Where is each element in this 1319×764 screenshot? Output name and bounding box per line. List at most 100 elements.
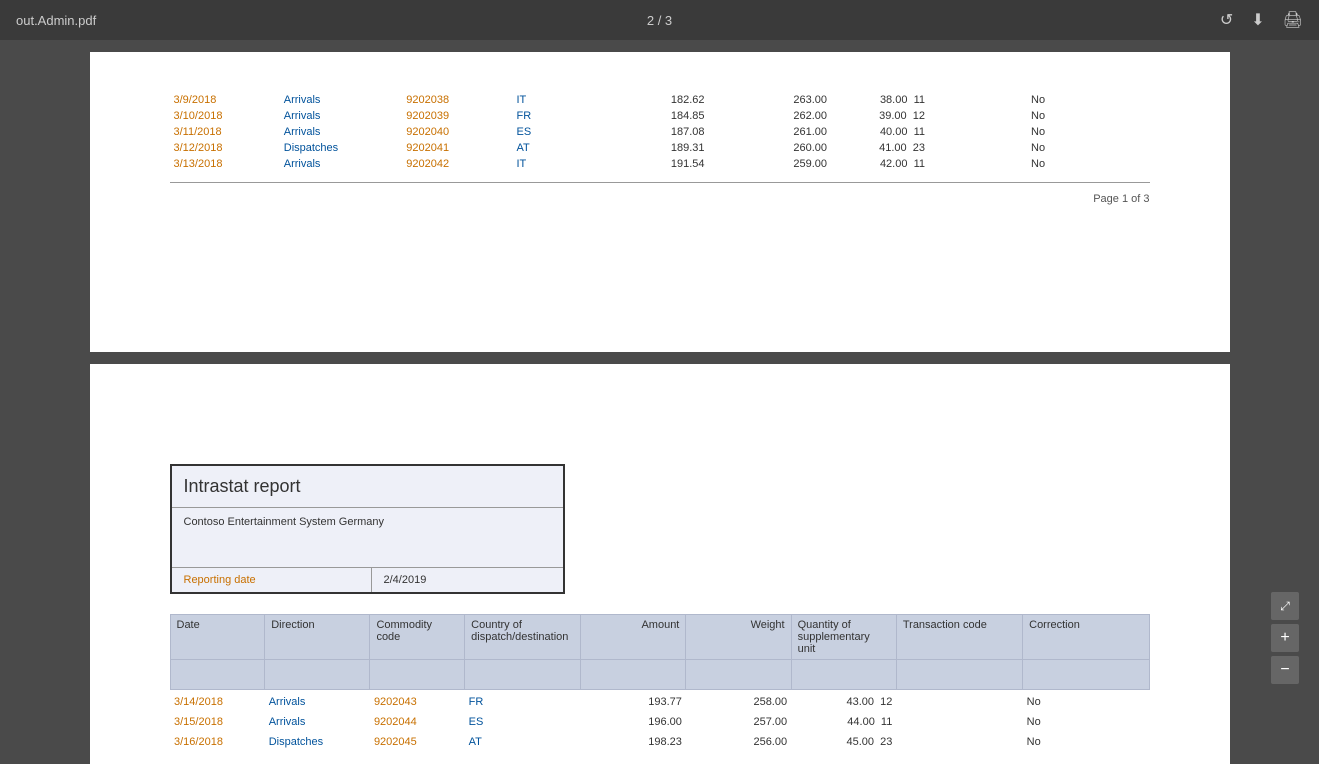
cell-qty: 39.00 12: [831, 108, 929, 124]
table-row: 3/12/2018 Dispatches 9202041 AT 189.31 2…: [170, 140, 1150, 156]
cell-direction: Dispatches: [265, 730, 370, 750]
reporting-date-value: 2/4/2019: [372, 568, 439, 592]
table-row: 3/16/2018 Dispatches 9202045 AT 198.23 2…: [170, 730, 1149, 750]
cell-weight: 262.00: [709, 108, 832, 124]
column-header-row: Date Direction Commodity code Country of…: [170, 615, 1149, 660]
cell-date: 3/11/2018: [170, 124, 280, 140]
cell-country: FR: [513, 108, 587, 124]
cell-direction: Arrivals: [265, 690, 370, 711]
cell-amount: 198.23: [581, 730, 686, 750]
cell-code: 9202039: [402, 108, 512, 124]
cell-country: ES: [465, 710, 581, 730]
cell-qty: 41.00 23: [831, 140, 929, 156]
cell-country: ES: [513, 124, 587, 140]
cell-direction: Arrivals: [265, 710, 370, 730]
cell-code: 9202038: [402, 92, 512, 108]
cell-date: 3/9/2018: [170, 92, 280, 108]
cell-amount: 182.62: [586, 92, 709, 108]
report-title: Intrastat report: [172, 466, 563, 508]
header-correction: Correction: [1023, 615, 1149, 660]
cell-amount: 193.77: [581, 690, 686, 711]
cell-qty: 40.00 11: [831, 124, 929, 140]
table-row: 3/14/2018 Arrivals 9202043 FR 193.77 258…: [170, 690, 1149, 711]
cell-qty: 42.00 11: [831, 156, 929, 172]
cell-direction: Arrivals: [280, 108, 403, 124]
cell-weight: 257.00: [686, 710, 791, 730]
zoom-fit-button[interactable]: ⤢: [1271, 592, 1299, 620]
header-date: Date: [170, 615, 265, 660]
cell-country: IT: [513, 92, 587, 108]
header-amount: Amount: [581, 615, 686, 660]
cell-weight: 258.00: [686, 690, 791, 711]
cell-code: 9202044: [370, 710, 465, 730]
header-transaction-code: Transaction code: [896, 615, 1022, 660]
page1-data-table: 3/9/2018 Arrivals 9202038 IT 182.62 263.…: [170, 92, 1150, 172]
cell-direction: Dispatches: [280, 140, 403, 156]
cell-correction: No: [1023, 690, 1149, 711]
pdf-page-1: 3/9/2018 Arrivals 9202038 IT 182.62 263.…: [90, 52, 1230, 352]
cell-weight: 256.00: [686, 730, 791, 750]
cell-country: IT: [513, 156, 587, 172]
cell-trans: [896, 710, 1022, 730]
table-row: 3/9/2018 Arrivals 9202038 IT 182.62 263.…: [170, 92, 1150, 108]
cell-weight: 259.00: [709, 156, 832, 172]
cell-code: 9202043: [370, 690, 465, 711]
table-row: 3/15/2018 Arrivals 9202044 ES 196.00 257…: [170, 710, 1149, 730]
reporting-date-label: Reporting date: [172, 568, 372, 592]
cell-date: 3/16/2018: [170, 730, 265, 750]
cell-correction: No: [1027, 124, 1150, 140]
cell-trans: [896, 690, 1022, 711]
cell-code: 9202040: [402, 124, 512, 140]
cell-weight: 263.00: [709, 92, 832, 108]
report-company: Contoso Entertainment System Germany: [172, 508, 563, 568]
print-icon[interactable]: 🖨: [1283, 10, 1303, 30]
cell-date: 3/13/2018: [170, 156, 280, 172]
toolbar-icons: ↺ ⬇ 🖨: [1220, 10, 1303, 30]
cell-trans: [929, 108, 1027, 124]
cell-date: 3/10/2018: [170, 108, 280, 124]
cell-qty: 43.00 12: [791, 690, 896, 711]
cell-correction: No: [1027, 108, 1150, 124]
cell-amount: 196.00: [581, 710, 686, 730]
cell-weight: 261.00: [709, 124, 832, 140]
zoom-in-button[interactable]: +: [1271, 624, 1299, 652]
report-date-row: Reporting date 2/4/2019: [172, 568, 563, 592]
download-icon[interactable]: ⬇: [1251, 10, 1264, 30]
pdf-viewport[interactable]: 3/9/2018 Arrivals 9202038 IT 182.62 263.…: [0, 40, 1319, 764]
cell-amount: 191.54: [586, 156, 709, 172]
cell-qty: 45.00 23: [791, 730, 896, 750]
table-row: 3/13/2018 Arrivals 9202042 IT 191.54 259…: [170, 156, 1150, 172]
cell-qty: 44.00 11: [791, 710, 896, 730]
cell-correction: No: [1027, 140, 1150, 156]
cell-amount: 189.31: [586, 140, 709, 156]
cell-country: AT: [465, 730, 581, 750]
table-row: 3/10/2018 Arrivals 9202039 FR 184.85 262…: [170, 108, 1150, 124]
cell-date: 3/14/2018: [170, 690, 265, 711]
header-country: Country of dispatch/destination: [465, 615, 581, 660]
cell-correction: No: [1027, 92, 1150, 108]
zoom-out-button[interactable]: −: [1271, 656, 1299, 684]
cell-code: 9202042: [402, 156, 512, 172]
cell-date: 3/15/2018: [170, 710, 265, 730]
page2-data-table: Date Direction Commodity code Country of…: [170, 614, 1150, 750]
zoom-controls: ⤢ + −: [1271, 592, 1299, 684]
cell-trans: [929, 156, 1027, 172]
column-header-spacer: [170, 660, 1149, 690]
cell-correction: No: [1027, 156, 1150, 172]
cell-country: AT: [513, 140, 587, 156]
report-header-box: Intrastat report Contoso Entertainment S…: [170, 464, 565, 594]
header-commodity-code: Commodity code: [370, 615, 465, 660]
table-row: 3/11/2018 Arrivals 9202040 ES 187.08 261…: [170, 124, 1150, 140]
header-direction: Direction: [265, 615, 370, 660]
page-indicator: 2 / 3: [647, 13, 672, 28]
pdf-page-2: Intrastat report Contoso Entertainment S…: [90, 364, 1230, 764]
page-footer: Page 1 of 3: [170, 193, 1150, 205]
cell-trans: [929, 124, 1027, 140]
cell-qty: 38.00 11: [831, 92, 929, 108]
refresh-icon[interactable]: ↺: [1220, 10, 1233, 30]
page-separator: [170, 182, 1150, 183]
pdf-toolbar: out.Admin.pdf 2 / 3 ↺ ⬇ 🖨: [0, 0, 1319, 40]
cell-date: 3/12/2018: [170, 140, 280, 156]
filename-label: out.Admin.pdf: [16, 13, 96, 28]
cell-weight: 260.00: [709, 140, 832, 156]
